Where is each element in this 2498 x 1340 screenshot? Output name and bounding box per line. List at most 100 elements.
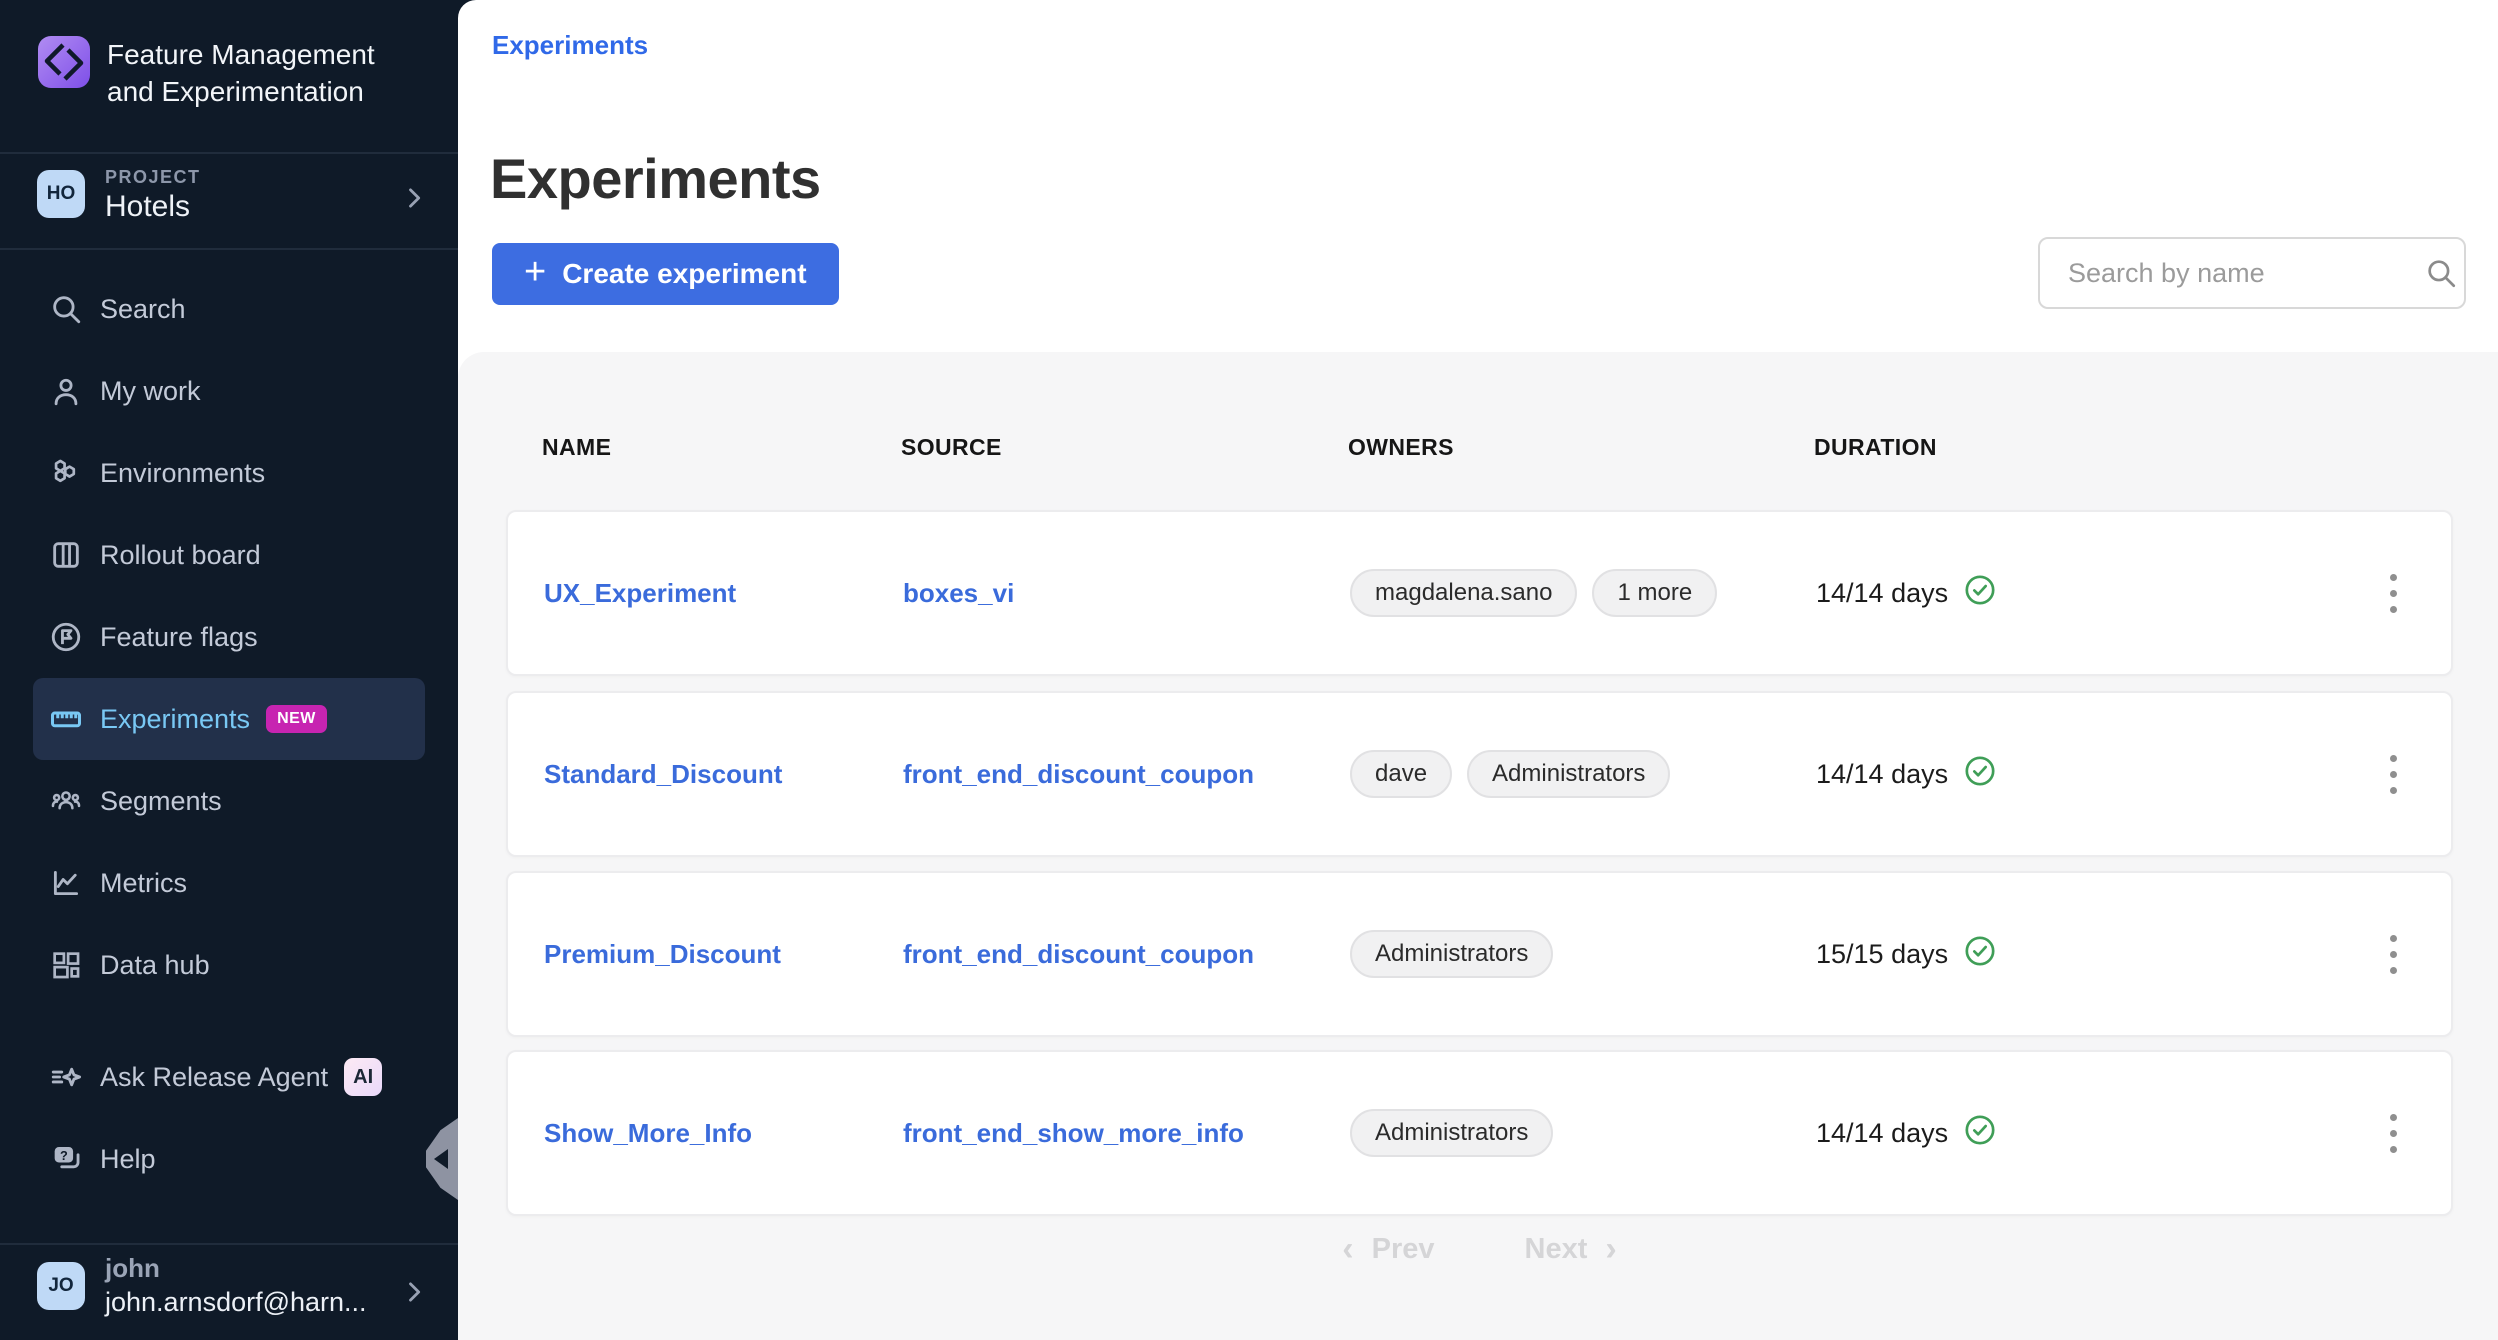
project-name: Hotels xyxy=(105,190,190,224)
svg-text:?: ? xyxy=(60,1148,68,1163)
divider xyxy=(0,248,458,250)
owners-cell: magdalena.sano 1 more xyxy=(1350,569,1816,617)
sidebar-item-label: Experiments xyxy=(100,704,250,735)
row-menu-button[interactable] xyxy=(2371,565,2415,621)
experiment-name-link[interactable]: Show_More_Info xyxy=(544,1118,903,1149)
duration-text: 14/14 days xyxy=(1816,578,1948,609)
sidebar-item-feature-flags[interactable]: Feature flags xyxy=(33,596,425,678)
sidebar-item-experiments[interactable]: Experiments NEW xyxy=(33,678,425,760)
project-selector[interactable]: HO PROJECT Hotels xyxy=(0,154,458,248)
brand: Feature Management and Experimentation xyxy=(38,36,375,110)
user-menu[interactable]: JO john john.arnsdorf@harn... xyxy=(0,1245,458,1340)
chevron-right-icon xyxy=(400,1278,428,1311)
chevron-right-icon xyxy=(400,184,428,217)
sidebar: Feature Management and Experimentation H… xyxy=(0,0,458,1340)
sidebar-collapse-handle[interactable] xyxy=(426,1118,458,1200)
ai-badge: AI xyxy=(344,1058,382,1096)
experiment-name-link[interactable]: Premium_Discount xyxy=(544,939,903,970)
split-logo-icon xyxy=(38,36,90,93)
segments-icon xyxy=(46,781,86,821)
page-title: Experiments xyxy=(490,146,821,211)
experiment-source-link[interactable]: boxes_vi xyxy=(903,578,1350,609)
app-window: Feature Management and Experimentation H… xyxy=(0,0,2498,1340)
table-row: UX_Experiment boxes_vi magdalena.sano 1 … xyxy=(506,510,2453,676)
column-header-source: SOURCE xyxy=(901,434,1348,461)
duration-text: 14/14 days xyxy=(1816,1118,1948,1149)
owners-cell: Administrators xyxy=(1350,930,1816,978)
owner-more-chip[interactable]: 1 more xyxy=(1592,569,1717,617)
sidebar-item-rollout-board[interactable]: Rollout board xyxy=(33,514,425,596)
check-circle-icon xyxy=(1963,1113,1997,1154)
chevron-right-icon: › xyxy=(1605,1232,1616,1266)
row-menu-button[interactable] xyxy=(2371,1105,2415,1161)
create-experiment-label: Create experiment xyxy=(562,258,806,290)
prev-page-button[interactable]: ‹ Prev xyxy=(1342,1232,1434,1266)
experiment-name-link[interactable]: UX_Experiment xyxy=(544,578,903,609)
new-badge: NEW xyxy=(266,705,327,733)
experiment-name-link[interactable]: Standard_Discount xyxy=(544,759,903,790)
plus-icon: + xyxy=(524,253,546,291)
experiments-table: NAME SOURCE OWNERS DURATION UX_Experimen… xyxy=(458,352,2498,1340)
check-circle-icon xyxy=(1963,573,1997,614)
breadcrumb[interactable]: Experiments xyxy=(492,30,648,61)
sidebar-item-label: Data hub xyxy=(100,950,210,981)
experiment-source-link[interactable]: front_end_show_more_info xyxy=(903,1118,1350,1149)
sidebar-item-label: Feature flags xyxy=(100,622,258,653)
sidebar-item-search[interactable]: Search xyxy=(33,268,425,350)
table-header: NAME SOURCE OWNERS DURATION xyxy=(506,430,2453,464)
owner-chip[interactable]: magdalena.sano xyxy=(1350,569,1577,617)
table-row: Show_More_Info front_end_show_more_info … xyxy=(506,1050,2453,1216)
environments-icon xyxy=(46,453,86,493)
sidebar-item-label: Segments xyxy=(100,786,222,817)
sidebar-item-label: Ask Release Agent xyxy=(100,1062,328,1093)
row-menu-button[interactable] xyxy=(2371,926,2415,982)
nav-spacer xyxy=(33,1006,425,1036)
check-circle-icon xyxy=(1963,934,1997,975)
sidebar-item-segments[interactable]: Segments xyxy=(33,760,425,842)
next-label: Next xyxy=(1525,1233,1588,1266)
table-row: Standard_Discount front_end_discount_cou… xyxy=(506,691,2453,857)
search-icon xyxy=(2424,256,2458,290)
sidebar-item-my-work[interactable]: My work xyxy=(33,350,425,432)
table-row: Premium_Discount front_end_discount_coup… xyxy=(506,871,2453,1037)
sidebar-item-label: Rollout board xyxy=(100,540,261,571)
app-title: Feature Management and Experimentation xyxy=(107,36,375,110)
experiment-source-link[interactable]: front_end_discount_coupon xyxy=(903,759,1350,790)
row-menu-button[interactable] xyxy=(2371,746,2415,802)
experiments-icon xyxy=(46,699,86,739)
release-agent-icon xyxy=(46,1057,86,1097)
create-experiment-button[interactable]: + Create experiment xyxy=(492,243,839,305)
project-avatar: HO xyxy=(37,170,85,218)
user-name: john xyxy=(105,1253,160,1284)
pagination: ‹ Prev Next › xyxy=(506,1232,2453,1266)
user-avatar: JO xyxy=(37,1262,85,1310)
sidebar-item-metrics[interactable]: Metrics xyxy=(33,842,425,924)
column-header-name: NAME xyxy=(542,434,901,461)
experiment-source-link[interactable]: front_end_discount_coupon xyxy=(903,939,1350,970)
sidebar-item-data-hub[interactable]: Data hub xyxy=(33,924,425,1006)
sidebar-item-label: My work xyxy=(100,376,201,407)
owner-chip[interactable]: dave xyxy=(1350,750,1452,798)
next-page-button[interactable]: Next › xyxy=(1525,1232,1617,1266)
duration-cell: 14/14 days xyxy=(1816,754,2359,795)
sidebar-item-help[interactable]: ? Help xyxy=(33,1118,425,1200)
sidebar-item-label: Help xyxy=(100,1144,156,1175)
sidebar-item-environments[interactable]: Environments xyxy=(33,432,425,514)
main-content: Experiments Experiments + Create experim… xyxy=(458,0,2498,1340)
owner-chip[interactable]: Administrators xyxy=(1350,930,1553,978)
owners-cell: Administrators xyxy=(1350,1109,1816,1157)
duration-text: 14/14 days xyxy=(1816,759,1948,790)
sidebar-item-label: Environments xyxy=(100,458,265,489)
column-header-owners: OWNERS xyxy=(1348,434,1814,461)
search-input[interactable] xyxy=(2066,257,2424,290)
data-hub-icon xyxy=(46,945,86,985)
owner-chip[interactable]: Administrators xyxy=(1350,1109,1553,1157)
sidebar-item-label: Search xyxy=(100,294,186,325)
sidebar-nav: Search My work Environments Rollout boar… xyxy=(33,268,425,1200)
prev-label: Prev xyxy=(1372,1233,1435,1266)
project-label: PROJECT xyxy=(105,167,201,188)
owners-cell: dave Administrators xyxy=(1350,750,1816,798)
owner-chip[interactable]: Administrators xyxy=(1467,750,1670,798)
search-icon xyxy=(46,289,86,329)
sidebar-item-ask-release-agent[interactable]: Ask Release Agent AI xyxy=(33,1036,425,1118)
